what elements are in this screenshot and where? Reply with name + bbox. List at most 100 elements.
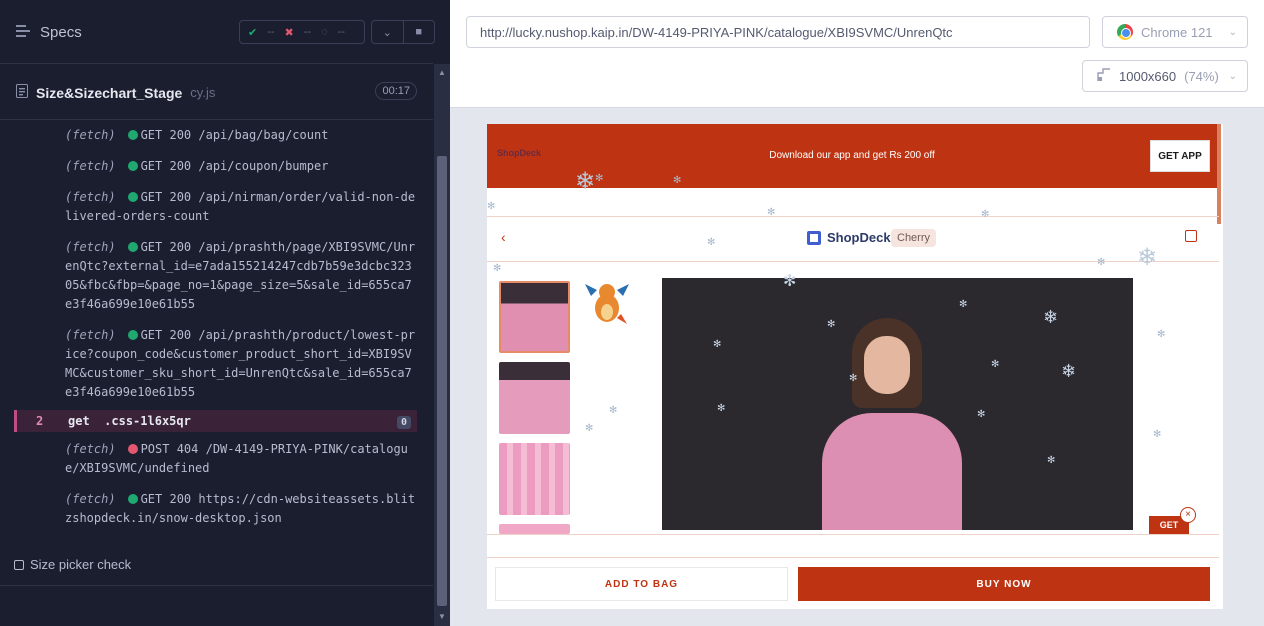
log-entry[interactable]: (fetch) GET 200 /api/bag/bag/count: [0, 120, 433, 151]
log-text: GET 200 /api/prashth/page/XBI9SVMC/Unren…: [65, 240, 416, 311]
log-entry[interactable]: (fetch) POST 404 /DW-4149-PRIYA-PINK/cata…: [0, 434, 433, 484]
shopdeck-logo-icon: [807, 230, 821, 245]
spec-file-row[interactable]: Size&Sizechart_Stage cy.js 00:17: [0, 64, 433, 120]
spec-duration: 00:17: [375, 82, 417, 100]
page-scroll-indicator: [1217, 124, 1221, 224]
store-name-pill: Cherry: [891, 229, 937, 247]
menu-icon: [16, 24, 32, 41]
log-text: POST 404 /DW-4149-PRIYA-PINK/catalogue/X…: [65, 442, 408, 475]
chevron-down-icon: ⌄: [1228, 26, 1237, 38]
viewport-selector[interactable]: 1000x660 (74%) ⌄: [1082, 60, 1248, 92]
buy-now-button[interactable]: BUY NOW: [798, 567, 1210, 601]
log-text: GET 200 /api/coupon/bumper: [140, 159, 329, 173]
log-text: GET 200 https://cdn-websiteassets.blitzs…: [65, 492, 416, 525]
snowflake-icon: ✻: [1097, 257, 1106, 268]
snowflake-icon: ✻: [977, 409, 986, 420]
get-app-button[interactable]: GET APP: [1150, 140, 1210, 172]
shopping-bag-icon[interactable]: [1185, 230, 1197, 242]
browser-name: Chrome 121: [1141, 24, 1213, 40]
close-icon: ✖: [284, 26, 294, 39]
product-thumbnail-3[interactable]: [499, 443, 570, 515]
model-figure: [822, 318, 962, 530]
snowflake-icon: ❄: [1043, 307, 1059, 327]
snowflake-icon: ✻: [1157, 329, 1166, 340]
log-entry[interactable]: (fetch) GET 200 /api/prashth/product/lowe…: [0, 320, 433, 408]
log-text: GET 200 /api/prashth/product/lowest-pric…: [65, 328, 416, 399]
log-text: GET 200 /api/nirman/order/valid-non-deli…: [65, 190, 416, 223]
log-entry[interactable]: (fetch) GET 200 /api/prashth/page/XBI9SVM…: [0, 232, 433, 320]
brand-logo[interactable]: ShopDeck: [807, 230, 891, 245]
chevron-down-icon[interactable]: ⌄: [372, 21, 403, 43]
scroll-down-icon[interactable]: ▼: [438, 612, 446, 621]
snowflake-icon: ✻: [717, 403, 726, 414]
snowflake-icon: ✻: [493, 263, 502, 274]
snowflake-icon: ✻: [959, 299, 968, 310]
snowflake-icon: ✻: [713, 339, 722, 350]
log-text: GET 200 /api/bag/bag/count: [140, 128, 329, 142]
snowflake-icon: ✻: [487, 201, 496, 212]
chevron-down-icon: ⌄: [1228, 70, 1237, 82]
preview-toolbar: http://lucky.nushop.kaip.in/DW-4149-PRIY…: [450, 0, 1264, 108]
log-kind: (fetch): [65, 128, 116, 142]
stop-icon[interactable]: ■: [402, 21, 435, 43]
pending-icon: ◌: [321, 26, 328, 38]
check-icon: ✔: [248, 26, 258, 39]
product-thumbnail-2[interactable]: [499, 362, 570, 434]
passed-count: --: [267, 26, 275, 38]
log-scrollbar[interactable]: ▲ ▼: [434, 64, 450, 626]
snowflake-icon: ❄: [575, 168, 596, 195]
status-dot-icon: [127, 192, 138, 202]
test-title: Size picker check: [30, 557, 132, 572]
snowflake-icon: ✻: [609, 405, 618, 416]
log-kind: (fetch): [65, 240, 116, 254]
log-kind: (fetch): [65, 442, 116, 456]
close-icon[interactable]: ×: [1180, 507, 1196, 523]
status-dot-icon: [127, 161, 138, 171]
snowflake-icon: ✻: [981, 209, 990, 220]
log-entry[interactable]: (fetch) GET 200 /api/coupon/bumper: [0, 151, 433, 182]
snowflake-icon: ❄: [1137, 244, 1158, 271]
status-dot-icon: [127, 242, 138, 252]
snowflake-icon: ✻: [783, 273, 797, 290]
log-entry[interactable]: (fetch) GET 200 https://cdn-websiteassets…: [0, 484, 433, 534]
cypress-runner-panel: Specs ✔ -- ✖ -- ◌ -- ⌄ ■ Size&Sizechart_Sta…: [0, 0, 450, 626]
test-size-picker[interactable]: Size picker check: [0, 544, 433, 586]
log-entry[interactable]: (fetch) GET 200 /api/nirman/order/valid-n…: [0, 182, 433, 232]
snowflake-icon: ✻: [585, 423, 594, 434]
product-main-image[interactable]: [662, 278, 1133, 530]
scroll-up-icon[interactable]: ▲: [438, 68, 446, 77]
command-get[interactable]: 2 get .css-1l6x5qr 0: [14, 410, 417, 432]
chrome-icon: [1117, 24, 1133, 40]
snowflake-icon: ✻: [991, 359, 1000, 370]
product-thumbnail-1[interactable]: [499, 281, 570, 353]
section-divider: [487, 534, 1219, 558]
back-arrow-icon[interactable]: ‹: [501, 229, 506, 245]
banner-text: Download our app and get Rs 200 off: [769, 150, 935, 161]
status-dot-icon: [127, 494, 138, 504]
store-header: ‹ ShopDeck Cherry: [487, 216, 1219, 262]
model-face: [864, 336, 910, 394]
log-kind: (fetch): [65, 492, 116, 506]
test-stats: ✔ -- ✖ -- ◌ --: [239, 20, 365, 44]
specs-label: Specs: [40, 24, 82, 41]
command-number: 2: [36, 414, 44, 428]
checkbox-icon: [14, 559, 24, 570]
scroll-thumb[interactable]: [437, 156, 447, 606]
specs-toggle[interactable]: Specs: [16, 24, 82, 41]
add-to-bag-button[interactable]: ADD TO BAG: [495, 567, 788, 601]
mascot-dragon-icon: [583, 278, 631, 338]
command-log[interactable]: (fetch) GET 200 /api/bag/bag/count (fetch…: [0, 120, 433, 544]
url-bar[interactable]: http://lucky.nushop.kaip.in/DW-4149-PRIY…: [466, 16, 1090, 48]
status-dot-icon: [127, 330, 138, 340]
log-kind: (fetch): [65, 190, 116, 204]
snowflake-icon: ✻: [595, 173, 604, 184]
browser-selector[interactable]: Chrome 121 ⌄: [1102, 16, 1248, 48]
snowflake-icon: ❄: [1061, 361, 1077, 381]
spec-file-name: Size&Sizechart_Stage cy.js: [16, 84, 215, 101]
snowflake-icon: ✻: [673, 175, 682, 186]
snowflake-icon: ✻: [767, 207, 776, 218]
product-thumbnail-4[interactable]: [499, 524, 570, 534]
specs-bar: Specs ✔ -- ✖ -- ◌ -- ⌄ ■: [0, 0, 435, 64]
spec-ext: cy.js: [190, 85, 216, 100]
snowflake-icon: ✻: [827, 319, 836, 330]
